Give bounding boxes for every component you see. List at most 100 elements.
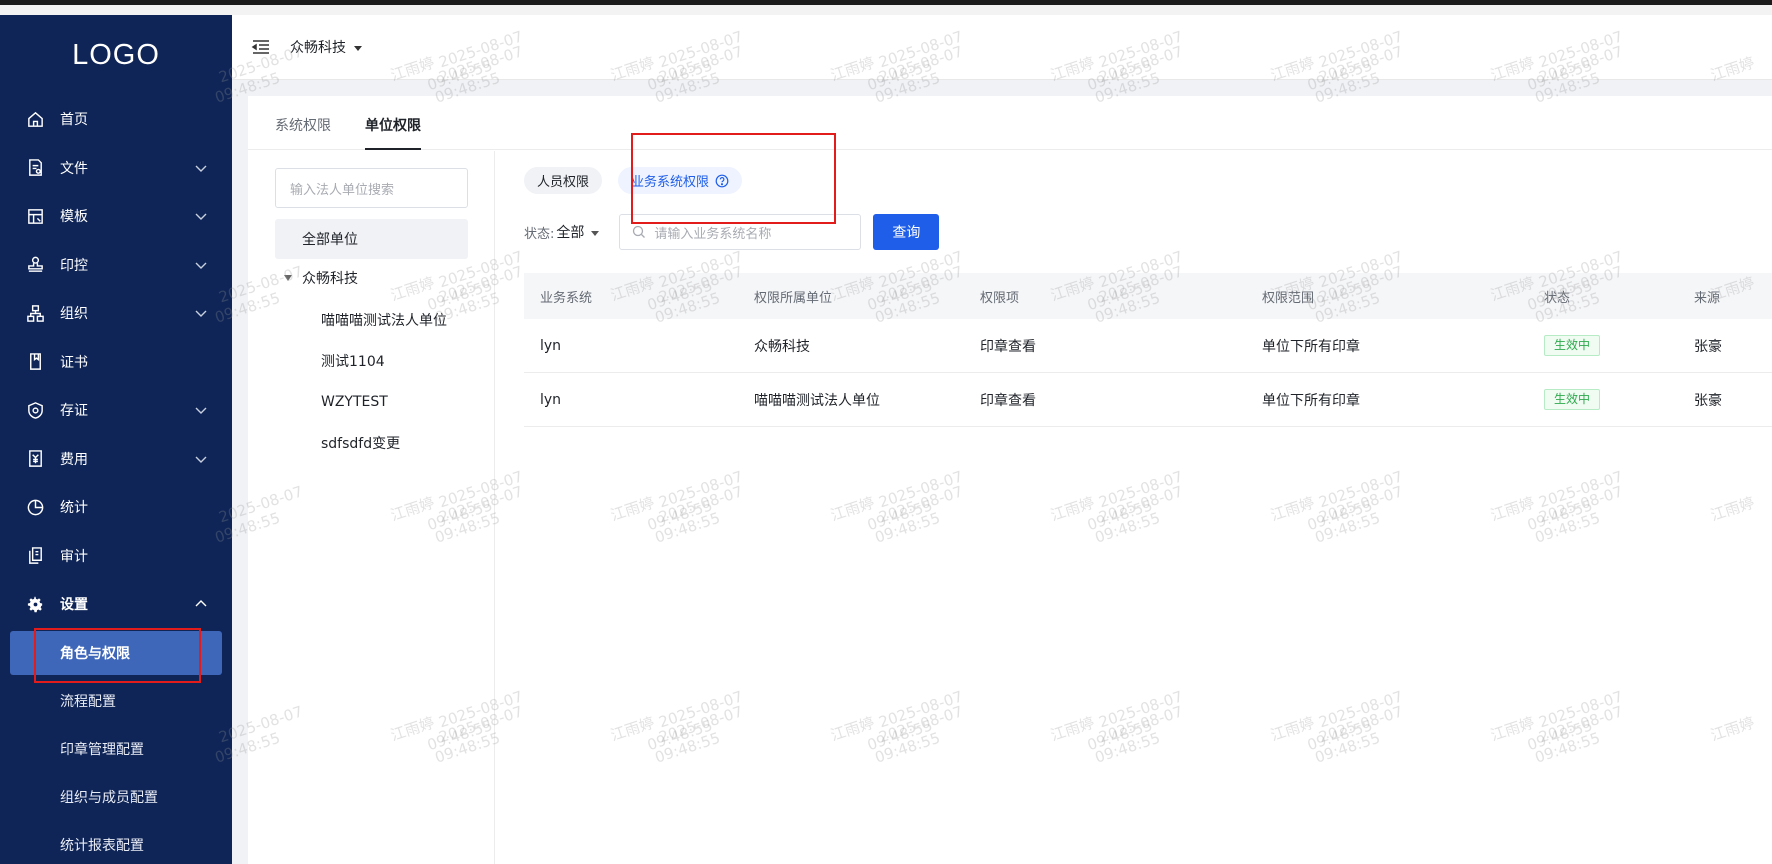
cell-business-system: lyn — [540, 337, 562, 354]
sidebar-item-label: 费用 — [60, 451, 88, 468]
status-filter-value: 全部 — [556, 225, 585, 241]
tree-node-root[interactable]: 众畅科技 — [284, 260, 358, 296]
cell-owner-unit: 众畅科技 — [754, 338, 810, 355]
tree-node[interactable]: sdfsdfd变更 — [321, 425, 400, 461]
sidebar-item-label: 证书 — [60, 354, 88, 371]
gear-icon — [24, 593, 46, 615]
column-header: 业务系统 — [540, 290, 593, 306]
chevron-down-icon — [195, 407, 207, 415]
query-button[interactable]: 查询 — [873, 214, 940, 250]
fee-icon — [24, 448, 46, 470]
cell-source: 张豪 — [1694, 392, 1722, 409]
sidebar-item-certificate[interactable]: 证书 — [0, 338, 232, 387]
sidebar-item-label: 文件 — [60, 160, 88, 177]
cell-source: 张豪 — [1694, 338, 1722, 355]
column-header: 权限范围 — [1262, 290, 1315, 306]
subtab-business-system-permission[interactable]: 业务系统权限 — [618, 167, 743, 194]
sidebar-item-audit[interactable]: 审计 — [0, 532, 232, 581]
browser-bookmark-bar — [0, 5, 1772, 15]
sidebar-item-home[interactable]: 首页 — [0, 95, 232, 144]
status-filter-select[interactable]: 全部 — [556, 222, 600, 242]
search-placeholder: 请输入业务系统名称 — [654, 226, 772, 242]
caret-down-icon — [354, 45, 362, 51]
sidebar-item-file[interactable]: 文件 — [0, 144, 232, 193]
cell-permission-scope: 单位下所有印章 — [1262, 392, 1360, 409]
subtab-label: 业务系统权限 — [631, 175, 710, 190]
chevron-down-icon — [195, 262, 207, 269]
sidebar-item-stamp[interactable]: 印控 — [0, 241, 232, 290]
file-icon — [24, 157, 46, 179]
cell-owner-unit: 喵喵喵测试法人单位 — [754, 392, 880, 409]
sidebar-subitem-org-member-config[interactable]: 组织与成员配置 — [0, 773, 232, 821]
sidebar-subitem-role-permission[interactable]: 角色与权限 — [10, 630, 222, 675]
unit-search-input[interactable]: 输入法人单位搜索 — [275, 168, 468, 208]
org-icon — [24, 302, 46, 324]
cell-status: 生效中 — [1544, 335, 1694, 356]
cell-permission-item: 印章查看 — [980, 392, 1036, 409]
sidebar-item-settings[interactable]: 设置 — [0, 580, 232, 629]
subtabs: 人员权限 业务系统权限 — [524, 167, 758, 194]
tab-system-permission[interactable]: 系统权限 — [275, 115, 331, 149]
caret-down-icon — [591, 230, 600, 236]
sidebar-item-evidence[interactable]: 存证 — [0, 386, 232, 435]
sidebar-item-label: 组织 — [60, 306, 88, 323]
tree-node-label: 众畅科技 — [302, 271, 358, 287]
sidebar-item-label: 印控 — [60, 257, 88, 274]
sidebar-item-label: 首页 — [60, 112, 88, 129]
question-circle-icon[interactable] — [715, 174, 729, 188]
tab-unit-permission[interactable]: 单位权限 — [365, 115, 421, 150]
permission-content: 人员权限 业务系统权限 状态: 全部 请输入业务系统名称 查询 业务系统 权限所… — [496, 151, 1772, 864]
table-row[interactable]: lyn 众畅科技 印章查看 单位下所有印章 生效中 张豪 — [524, 319, 1772, 373]
cell-permission-scope: 单位下所有印章 — [1262, 338, 1360, 355]
org-name: 众畅科技 — [290, 40, 346, 56]
sidebar-item-label: 存证 — [60, 403, 88, 420]
chevron-down-icon — [195, 310, 207, 318]
subtab-people-permission[interactable]: 人员权限 — [524, 167, 603, 194]
sidebar-item-label: 统计 — [60, 500, 88, 517]
sidebar-item-label: 模板 — [60, 209, 88, 226]
logo: LOGO — [72, 38, 160, 71]
sidebar-item-stats[interactable]: 统计 — [0, 483, 232, 532]
tree-item-all-units[interactable]: 全部单位 — [275, 219, 468, 259]
stamp-icon — [24, 254, 46, 276]
table-row[interactable]: lyn 喵喵喵测试法人单位 印章查看 单位下所有印章 生效中 张豪 — [524, 373, 1772, 427]
chevron-down-icon — [195, 165, 207, 172]
chevron-up-icon — [195, 600, 207, 607]
pie-chart-icon — [24, 496, 46, 518]
chevron-down-icon — [195, 213, 207, 221]
sidebar: LOGO 首页 文件 模板 印控 组织 证书 存证 费用 统计 审计 设置 角色… — [0, 15, 232, 864]
filter-bar: 状态: 全部 请输入业务系统名称 查询 — [524, 214, 940, 250]
status-filter-label: 状态: — [524, 226, 555, 242]
search-icon — [633, 225, 646, 238]
unit-tree-pane: 输入法人单位搜索 全部单位 众畅科技 喵喵喵测试法人单位 测试1104 WZYT… — [248, 151, 495, 864]
tree-node[interactable]: 测试1104 — [321, 343, 385, 379]
tree-node[interactable]: WZYTEST — [321, 384, 388, 420]
tree-node[interactable]: 喵喵喵测试法人单位 — [321, 302, 447, 338]
status-badge: 生效中 — [1544, 389, 1601, 410]
sidebar-subitem-seal-config[interactable]: 印章管理配置 — [0, 725, 232, 773]
business-system-search-input[interactable]: 请输入业务系统名称 — [619, 214, 862, 250]
sidebar-item-org[interactable]: 组织 — [0, 289, 232, 338]
sidebar-subitem-workflow-config[interactable]: 流程配置 — [0, 677, 232, 725]
column-header: 状态 — [1544, 290, 1571, 306]
header: 众畅科技 — [232, 15, 1772, 80]
menu-fold-icon[interactable] — [250, 36, 272, 58]
sidebar-item-fee[interactable]: 费用 — [0, 435, 232, 484]
home-icon — [24, 108, 46, 130]
permission-table: 业务系统 权限所属单位 权限项 权限范围 状态 来源 lyn 众畅科技 印章查看… — [524, 273, 1772, 427]
sidebar-nav: 首页 文件 模板 印控 组织 证书 存证 费用 统计 审计 设置 — [0, 95, 232, 629]
sidebar-item-template[interactable]: 模板 — [0, 192, 232, 241]
org-switcher[interactable]: 众畅科技 — [290, 37, 362, 57]
column-header: 权限所属单位 — [754, 290, 833, 306]
audit-icon — [24, 545, 46, 567]
sidebar-item-label: 审计 — [60, 548, 88, 565]
sidebar-subitem-report-config[interactable]: 统计报表配置 — [0, 821, 232, 864]
chevron-down-icon — [195, 456, 207, 463]
status-badge: 生效中 — [1544, 335, 1601, 356]
shield-icon — [24, 399, 46, 421]
column-header: 来源 — [1694, 290, 1721, 306]
main-card: 系统权限 单位权限 输入法人单位搜索 全部单位 众畅科技 喵喵喵测试法人单位 测… — [248, 96, 1772, 864]
caret-down-icon[interactable] — [284, 275, 292, 281]
cell-permission-item: 印章查看 — [980, 338, 1036, 355]
sidebar-item-label: 设置 — [60, 597, 88, 614]
